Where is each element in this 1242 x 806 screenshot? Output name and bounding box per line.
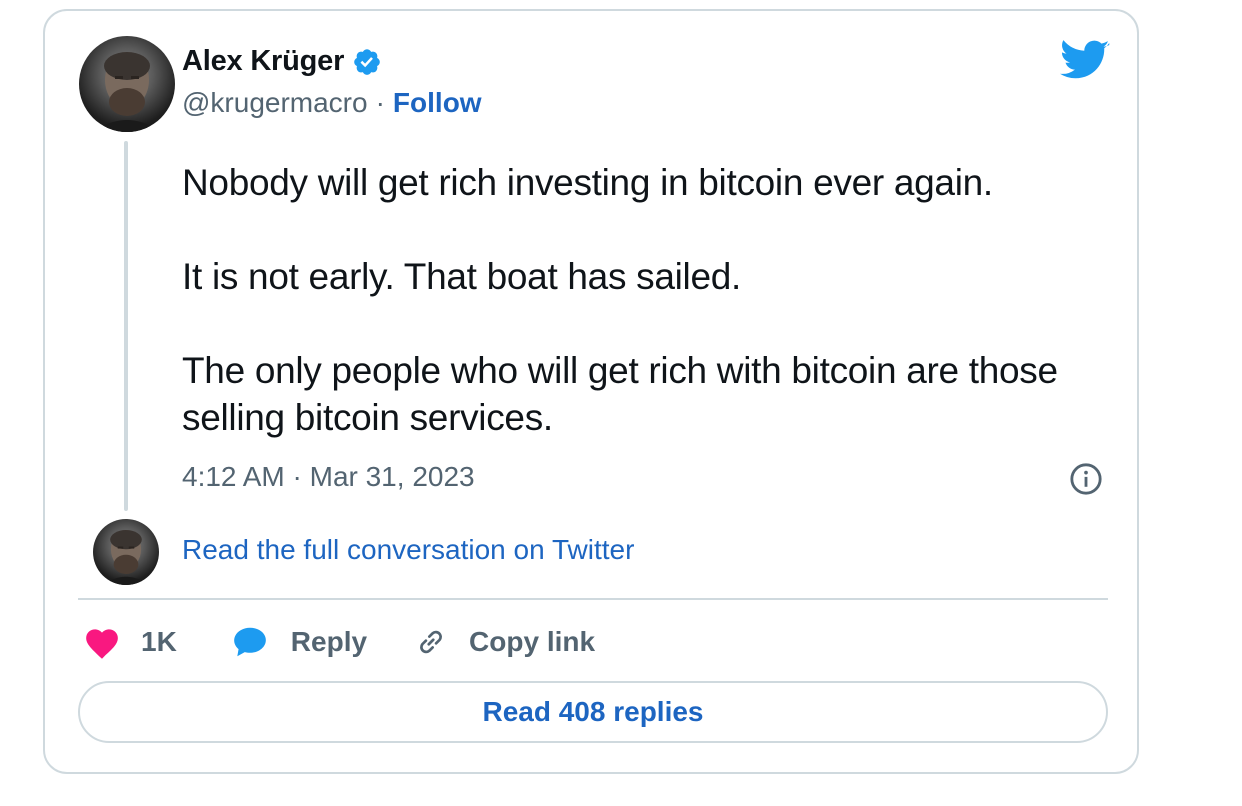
copy-link-button[interactable]: Copy link (413, 624, 595, 660)
like-count: 1K (141, 626, 177, 657)
follow-link[interactable]: Follow (393, 87, 482, 119)
twitter-bird-icon[interactable] (1060, 40, 1110, 82)
info-icon[interactable] (1069, 462, 1103, 496)
verified-badge-icon (354, 48, 380, 75)
tweet-paragraph: The only people who will get rich with b… (182, 350, 1058, 438)
author-avatar[interactable] (79, 36, 175, 132)
read-replies-button[interactable]: Read 408 replies (78, 681, 1108, 743)
link-icon (420, 630, 442, 654)
author-handle-row: @krugermacro · Follow (182, 87, 482, 119)
tweet-actions: 1K Reply Copy link (83, 617, 595, 667)
divider (78, 598, 1108, 600)
handle-separator: · (375, 87, 385, 118)
reply-button[interactable]: Reply (231, 623, 367, 661)
author-name-row: Alex Krüger (182, 45, 382, 78)
read-conversation-link[interactable]: Read the full conversation on Twitter (182, 534, 634, 566)
copy-link-label: Copy link (469, 626, 596, 657)
thread-connector-line (124, 141, 128, 511)
tweet-embed-card: Alex Krüger @krugermacro · Follow Nobody… (43, 9, 1139, 774)
tweet-paragraph: It is not early. That boat has sailed. (182, 256, 741, 297)
tweet-timestamp[interactable]: 4:12 AM · Mar 31, 2023 (182, 461, 475, 493)
reply-label: Reply (290, 626, 368, 657)
author-avatar-small[interactable] (93, 519, 159, 585)
author-name[interactable]: Alex Krüger (182, 45, 344, 78)
tweet-text: Nobody will get rich investing in bitcoi… (182, 159, 1082, 441)
heart-icon (86, 629, 118, 659)
reply-bubble-icon (233, 627, 266, 657)
tweet-paragraph: Nobody will get rich investing in bitcoi… (182, 162, 993, 203)
author-handle[interactable]: @krugermacro (182, 87, 368, 119)
like-button[interactable]: 1K (83, 624, 177, 660)
